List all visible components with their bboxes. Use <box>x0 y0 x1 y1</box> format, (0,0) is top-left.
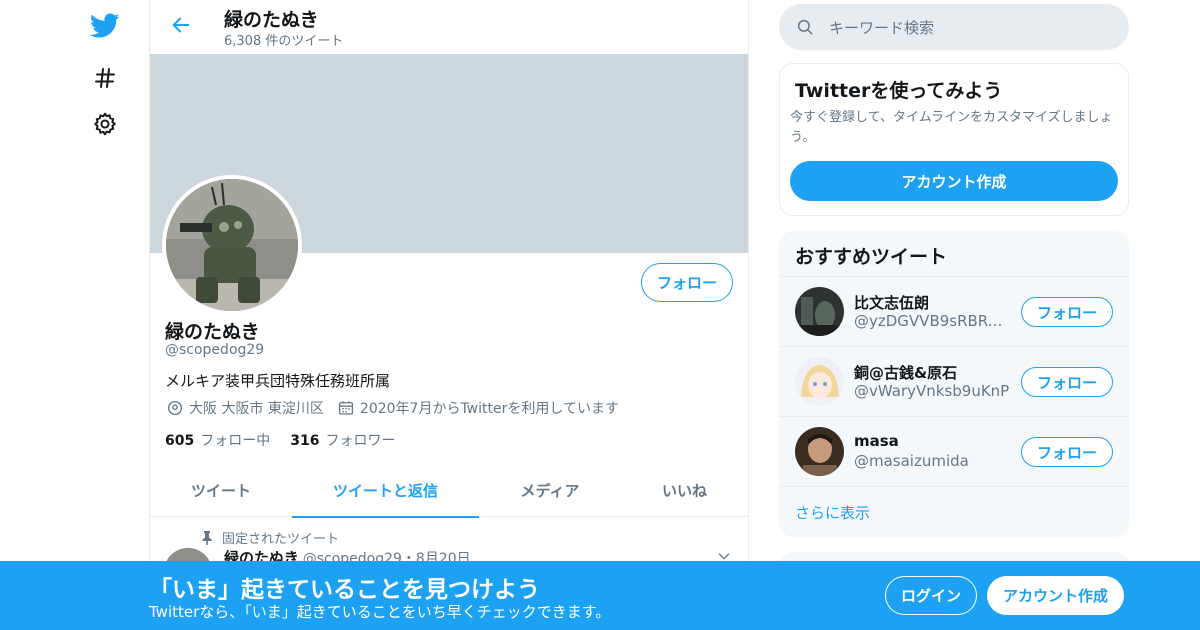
follow-button[interactable]: フォロー <box>1021 437 1113 467</box>
location-pin-icon <box>165 398 185 418</box>
list-item[interactable]: masa @masaizumida フォロー <box>779 416 1129 486</box>
following-stat[interactable]: 605 フォロー中 <box>165 430 270 450</box>
profile-name: 緑のたぬき <box>165 321 260 343</box>
tab-tweets[interactable]: ツイート <box>150 463 292 517</box>
left-nav <box>0 0 150 630</box>
tab-tweets-and-replies[interactable]: ツイートと返信 <box>292 463 479 518</box>
rec-handle: @masaizumida <box>854 452 969 470</box>
recommended-title: おすすめツイート <box>795 246 948 268</box>
profile-column: 緑のたぬき 6,308 件のツイート フォロー 緑のたぬき @scopedog2… <box>149 0 749 630</box>
recommended-tweets-card: おすすめツイート 比文志伍朗 @yzDGVVB9sRBRC... フォロー 銅@… <box>779 231 1129 537</box>
avatar-image <box>795 287 844 336</box>
follow-button[interactable]: フォロー <box>1021 297 1113 327</box>
signup-card-description: 今すぐ登録して、タイムラインをカスタマイズしましょう。 <box>790 110 1113 145</box>
show-more-label: さらに表示 <box>795 504 871 522</box>
pinned-indicator: 固定されたツイート <box>200 528 339 547</box>
rec-name: masa <box>854 432 899 450</box>
avatar[interactable] <box>795 427 844 476</box>
signup-button[interactable]: アカウント作成 <box>987 576 1124 615</box>
calendar-icon <box>336 398 356 418</box>
show-more-link[interactable]: さらに表示 <box>779 486 1129 537</box>
following-label: フォロー中 <box>200 433 271 449</box>
pin-icon <box>200 530 214 545</box>
profile-tabs: ツイート ツイートと返信 メディア いいね <box>150 463 748 518</box>
profile-joined: 2020年7月からTwitterを利用しています <box>359 401 619 417</box>
avatar-image <box>795 427 844 476</box>
following-count: 605 <box>165 433 195 449</box>
followers-count: 316 <box>290 433 320 449</box>
header-name: 緑のたぬき <box>224 9 319 31</box>
list-item[interactable]: 比文志伍朗 @yzDGVVB9sRBRC... フォロー <box>779 276 1129 346</box>
avatar-robot-figure <box>166 179 298 311</box>
followers-stat[interactable]: 316 フォロワー <box>290 430 395 450</box>
bottom-signup-bar: 「いま」起きていることを見つけよう Twitterなら、「いま」起きていることを… <box>0 561 1200 630</box>
profile-bio: メルキア装甲兵団特殊任務班所属 <box>165 372 391 390</box>
login-button[interactable]: ログイン <box>885 576 977 615</box>
gear-icon[interactable] <box>88 107 122 141</box>
follow-button[interactable]: フォロー <box>1021 367 1113 397</box>
search-icon <box>795 17 815 37</box>
search-input[interactable]: キーワード検索 <box>779 4 1129 50</box>
bottom-bar-title: 「いま」起きていることを見つけよう <box>149 577 540 603</box>
rec-name: 比文志伍朗 <box>854 294 930 312</box>
rec-handle: @vWaryVnksb9uKnP <box>854 382 1010 400</box>
create-account-button[interactable]: アカウント作成 <box>790 161 1118 201</box>
bottom-bar-subtitle: Twitterなら、「いま」起きていることをいち早くチェックできます。 <box>149 603 611 621</box>
twitter-bird-icon[interactable] <box>88 9 122 43</box>
signup-card: Twitterを使ってみよう 今すぐ登録して、タイムラインをカスタマイズしましょ… <box>779 63 1129 216</box>
follow-button[interactable]: フォロー <box>641 263 733 302</box>
profile-location: 大阪 大阪市 東淀川区 <box>189 401 324 417</box>
profile-meta: 大阪 大阪市 東淀川区 2020年7月からTwitterを利用しています <box>165 398 619 418</box>
avatar[interactable] <box>795 357 844 406</box>
tab-likes[interactable]: いいね <box>621 463 748 517</box>
profile-handle: @scopedog29 <box>165 342 265 358</box>
header-tweet-count: 6,308 件のツイート <box>224 34 344 49</box>
back-arrow-icon[interactable] <box>168 12 194 38</box>
avatar-image <box>795 357 844 406</box>
avatar[interactable] <box>795 287 844 336</box>
profile-stats: 605 フォロー中 316 フォロワー <box>165 430 415 450</box>
rec-name: 銅@古銭&原石 <box>854 364 958 382</box>
hashtag-icon[interactable] <box>88 61 122 95</box>
rec-handle: @yzDGVVB9sRBRC... <box>854 312 1012 330</box>
list-item[interactable]: 銅@古銭&原石 @vWaryVnksb9uKnP フォロー <box>779 346 1129 416</box>
profile-header: 緑のたぬき 6,308 件のツイート <box>150 0 748 54</box>
tab-media[interactable]: メディア <box>479 463 621 517</box>
search-placeholder: キーワード検索 <box>829 18 935 37</box>
followers-label: フォロワー <box>325 433 396 449</box>
avatar[interactable] <box>162 175 302 315</box>
pinned-label: 固定されたツイート <box>222 532 340 547</box>
signup-card-title: Twitterを使ってみよう <box>795 80 1003 102</box>
